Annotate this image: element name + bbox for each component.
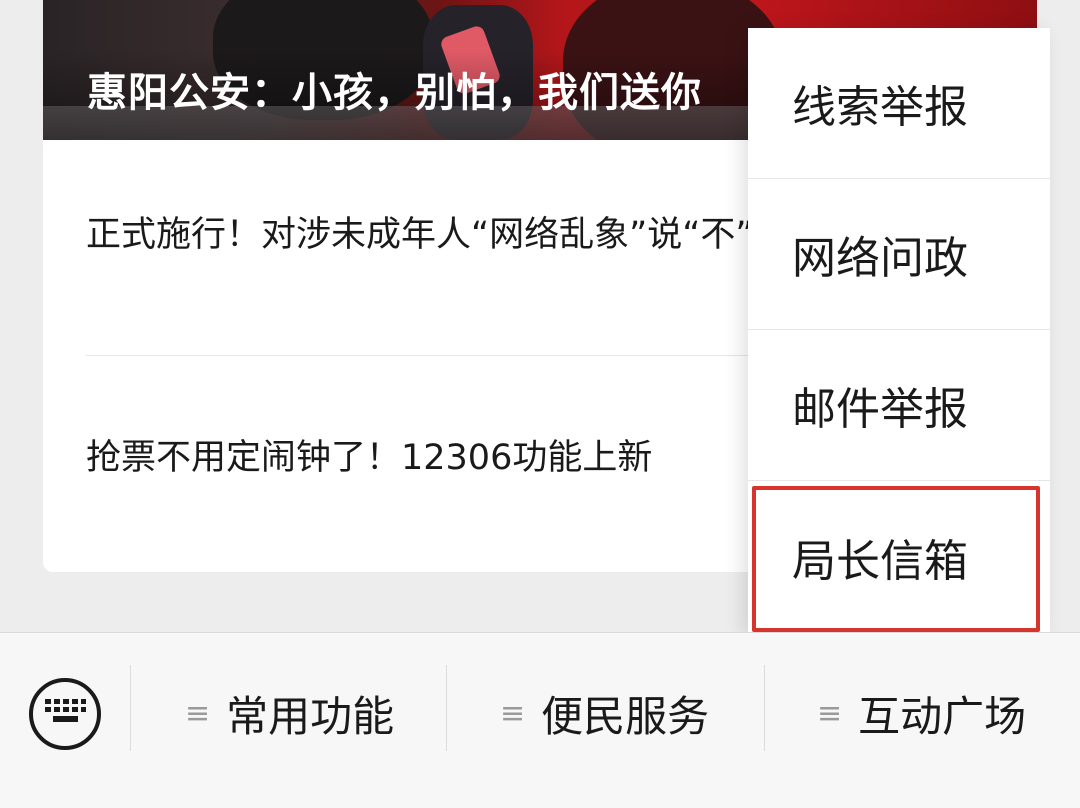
popup-menu: 线索举报 网络问政 邮件举报 局长信箱 <box>748 28 1050 634</box>
tab-separator <box>130 665 131 751</box>
menu-lines-icon: ≡ <box>185 695 211 731</box>
keyboard-icon <box>45 699 86 722</box>
hero-title: 惠阳公安：小孩，别怕，我们送你 <box>87 70 702 116</box>
tab-common-functions[interactable]: ≡ 常用功能 <box>185 678 394 748</box>
menu-item-online-inquiry[interactable]: 网络问政 <box>748 179 1050 330</box>
menu-item-label: 局长信箱 <box>792 535 968 587</box>
tab-public-services[interactable]: ≡ 便民服务 <box>500 678 709 748</box>
menu-item-director-mailbox[interactable]: 局长信箱 <box>748 481 1050 632</box>
menu-item-label: 线索举报 <box>792 82 968 133</box>
menu-item-label: 网络问政 <box>792 233 968 284</box>
menu-item-clue-report[interactable]: 线索举报 <box>748 28 1050 179</box>
tab-separator <box>446 665 447 751</box>
menu-item-label: 邮件举报 <box>792 384 968 435</box>
menu-item-email-report[interactable]: 邮件举报 <box>748 330 1050 481</box>
menu-lines-icon: ≡ <box>817 695 843 731</box>
keyboard-toggle-button[interactable] <box>29 678 101 750</box>
tab-label: 互动广场 <box>858 691 1027 741</box>
bottom-menu-bar: ≡ 常用功能 ≡ 便民服务 ≡ 互动广场 <box>0 632 1080 808</box>
tab-label: 常用功能 <box>226 691 395 741</box>
tab-separator <box>764 665 765 751</box>
tab-label: 便民服务 <box>541 691 710 741</box>
tab-interactive-square[interactable]: ≡ 互动广场 <box>817 678 1026 748</box>
menu-lines-icon: ≡ <box>500 695 526 731</box>
